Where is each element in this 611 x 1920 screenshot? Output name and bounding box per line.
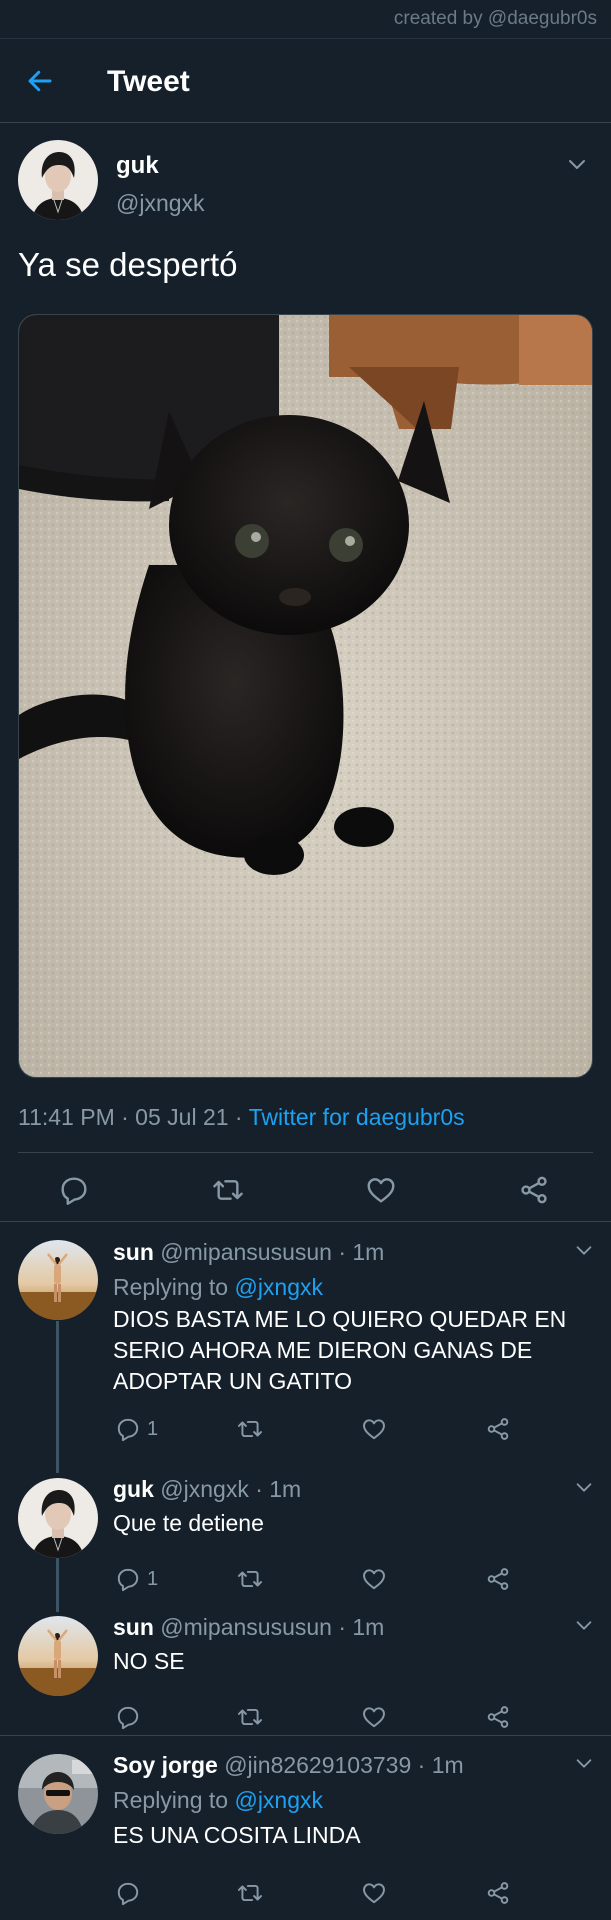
reply-text: DIOS BASTA ME LO QUIERO QUEDAR EN SERIO … (113, 1306, 567, 1394)
reply-count: 1 (147, 1567, 159, 1590)
avatar[interactable] (18, 1754, 98, 1834)
tweet-photo[interactable] (18, 314, 593, 1078)
reply-header: guk @jxngxk · 1m (113, 1476, 301, 1503)
like-icon[interactable] (365, 1174, 397, 1211)
author-handle[interactable]: @jxngxk · 1m (160, 1476, 301, 1502)
retweet-icon[interactable] (237, 1704, 263, 1730)
share-icon[interactable] (485, 1416, 511, 1442)
divider (18, 1152, 593, 1153)
avatar[interactable] (18, 1478, 98, 1558)
tweet-meta: 11:41 PM · 05 Jul 21 · Twitter for daegu… (18, 1104, 465, 1131)
replying-to-link[interactable]: @jxngxk (234, 1787, 323, 1813)
source-link[interactable]: Twitter for daegubr0s (249, 1104, 465, 1130)
reply-tweet[interactable]: sun @mipansususun · 1m Replying to @jxng… (0, 1223, 611, 1466)
author-name[interactable]: Soy jorge (113, 1752, 218, 1778)
reply-tweet[interactable]: sun @mipansususun · 1m NO SE (0, 1604, 611, 1735)
reply-icon[interactable]: 1 (115, 1416, 158, 1442)
chevron-down-icon[interactable] (573, 1614, 595, 1641)
back-arrow-icon[interactable] (22, 63, 58, 99)
replying-to-link[interactable]: @jxngxk (234, 1274, 323, 1300)
share-icon[interactable] (485, 1566, 511, 1592)
header: Tweet (0, 39, 611, 123)
chevron-down-icon[interactable] (565, 152, 589, 181)
page-title: Tweet (107, 65, 190, 98)
reply-icon[interactable] (115, 1880, 147, 1906)
author-name[interactable]: guk (113, 1476, 154, 1502)
like-icon[interactable] (361, 1416, 387, 1442)
share-icon[interactable] (518, 1174, 550, 1211)
author-name[interactable]: sun (113, 1239, 154, 1265)
reply-icon[interactable] (58, 1174, 90, 1211)
avatar[interactable] (18, 1240, 98, 1320)
author-name[interactable]: sun (113, 1614, 154, 1640)
author-handle[interactable]: @mipansususun · 1m (160, 1239, 384, 1265)
reply-header: sun @mipansususun · 1m (113, 1239, 384, 1266)
retweet-icon[interactable] (237, 1880, 263, 1906)
reply-text: ES UNA COSITA LINDA (113, 1822, 361, 1848)
reply-tweet[interactable]: Soy jorge @jin82629103739 · 1m Replying … (0, 1736, 611, 1920)
reply-text: Que te detiene (113, 1510, 264, 1536)
retweet-icon[interactable] (237, 1416, 263, 1442)
retweet-icon[interactable] (212, 1174, 244, 1211)
reply-text: NO SE (113, 1648, 185, 1674)
main-tweet: guk @jxngxk Ya se despertó 11:41 PM · 05… (0, 124, 611, 1222)
share-icon[interactable] (485, 1704, 511, 1730)
reply-actions: 1 (113, 1416, 513, 1446)
reply-header: sun @mipansususun · 1m (113, 1614, 384, 1641)
avatar[interactable] (18, 140, 98, 220)
chevron-down-icon[interactable] (573, 1239, 595, 1266)
chevron-down-icon[interactable] (573, 1752, 595, 1779)
share-icon[interactable] (485, 1880, 511, 1906)
author-handle[interactable]: @jin82629103739 · 1m (224, 1752, 463, 1778)
like-icon[interactable] (361, 1566, 387, 1592)
reply-actions (113, 1880, 513, 1910)
reply-icon[interactable]: 1 (115, 1566, 158, 1592)
replying-label: Replying to (113, 1274, 235, 1300)
reply-tweet[interactable]: guk @jxngxk · 1m Que te detiene 1 (0, 1466, 611, 1604)
reply-actions: 1 (113, 1566, 513, 1596)
reply-icon[interactable] (115, 1704, 147, 1730)
author-handle[interactable]: @mipansususun · 1m (160, 1614, 384, 1640)
replying-to: Replying to @jxngxk (113, 1787, 323, 1814)
replying-label: Replying to (113, 1787, 235, 1813)
reply-actions (113, 1704, 513, 1734)
tweet-text: Ya se despertó (18, 246, 238, 283)
like-icon[interactable] (361, 1704, 387, 1730)
tweet-actions (0, 1164, 611, 1214)
replying-to: Replying to @jxngxk (113, 1274, 323, 1301)
timestamp: 11:41 PM · 05 Jul 21 · (18, 1104, 249, 1130)
author-name[interactable]: guk (116, 152, 159, 180)
avatar[interactable] (18, 1616, 98, 1696)
reply-header: Soy jorge @jin82629103739 · 1m (113, 1752, 464, 1779)
watermark: created by @daegubr0s (393, 8, 597, 29)
retweet-icon[interactable] (237, 1566, 263, 1592)
chevron-down-icon[interactable] (573, 1476, 595, 1503)
author-handle[interactable]: @jxngxk (116, 190, 205, 217)
like-icon[interactable] (361, 1880, 387, 1906)
reply-count: 1 (147, 1417, 159, 1440)
